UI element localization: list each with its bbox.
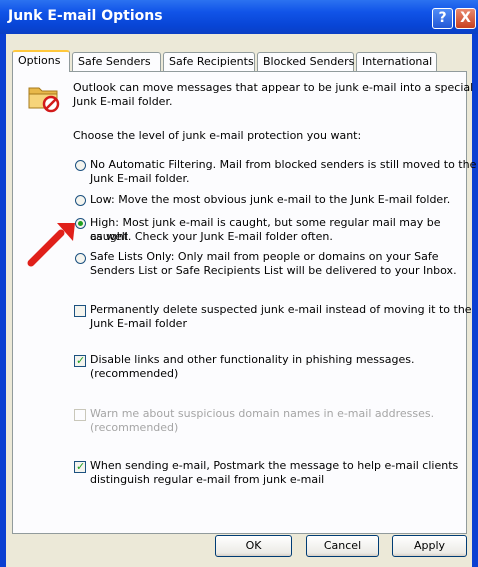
- cancel-button[interactable]: Cancel: [306, 535, 379, 557]
- postmark-label-2[interactable]: distinguish regular e-mail from junk e-m…: [90, 473, 324, 487]
- checkmark-icon: ✓: [76, 460, 86, 473]
- junk-folder-icon: [28, 87, 60, 113]
- junk-email-options-window: Junk E-mail Options ? X Options Safe Sen…: [0, 0, 478, 567]
- red-arrow-annotation: [27, 223, 75, 267]
- permanently-delete-label-1[interactable]: Permanently delete suspected junk e-mail…: [90, 303, 472, 317]
- apply-button[interactable]: Apply: [392, 535, 467, 557]
- tab-safe-recipients[interactable]: Safe Recipients: [163, 52, 255, 71]
- title-bar[interactable]: Junk E-mail Options ? X: [0, 0, 478, 34]
- postmark-checkbox[interactable]: ✓: [74, 460, 86, 473]
- protection-level-label: Choose the level of junk e-mail protecti…: [73, 129, 362, 142]
- high-label-2[interactable]: as well. Check your Junk E-mail folder o…: [90, 230, 333, 244]
- permanently-delete-label-2[interactable]: Junk E-mail folder: [90, 317, 187, 331]
- disable-links-label-1[interactable]: Disable links and other functionality in…: [90, 353, 415, 367]
- intro-line-2: Junk E-mail folder.: [73, 95, 173, 108]
- tab-options[interactable]: Options: [12, 50, 70, 72]
- postmark-label-1[interactable]: When sending e-mail, Postmark the messag…: [90, 459, 458, 473]
- no-filtering-radio[interactable]: [75, 160, 86, 171]
- low-label[interactable]: Low: Move the most obvious junk e-mail t…: [90, 193, 450, 207]
- no-filtering-label-1[interactable]: No Automatic Filtering. Mail from blocke…: [90, 158, 476, 172]
- dialog-client-area: Options Safe Senders Safe Recipients Blo…: [6, 34, 472, 567]
- no-filtering-label-2[interactable]: Junk E-mail folder.: [90, 172, 189, 186]
- safe-lists-label-1[interactable]: Safe Lists Only: Only mail from people o…: [90, 250, 439, 264]
- help-button[interactable]: ?: [432, 8, 453, 29]
- safe-lists-label-2[interactable]: Senders List or Safe Recipients List wil…: [90, 264, 457, 278]
- window-title: Junk E-mail Options: [8, 8, 163, 24]
- checkmark-icon: ✓: [76, 354, 86, 367]
- ok-button[interactable]: OK: [215, 535, 292, 557]
- tab-blocked-senders[interactable]: Blocked Senders: [257, 52, 354, 71]
- close-button[interactable]: X: [455, 8, 476, 29]
- permanently-delete-checkbox[interactable]: [74, 305, 86, 317]
- disable-links-label-2[interactable]: (recommended): [90, 367, 178, 381]
- warn-suspicious-domains-checkbox: [74, 409, 86, 421]
- intro-line-1: Outlook can move messages that appear to…: [73, 81, 474, 94]
- warn-domains-label-1: Warn me about suspicious domain names in…: [90, 407, 435, 420]
- low-radio[interactable]: [75, 195, 86, 206]
- tab-safe-senders[interactable]: Safe Senders: [72, 52, 161, 71]
- disable-links-checkbox[interactable]: ✓: [74, 354, 86, 367]
- tab-international[interactable]: International: [356, 52, 437, 71]
- warn-domains-label-2: (recommended): [90, 421, 179, 434]
